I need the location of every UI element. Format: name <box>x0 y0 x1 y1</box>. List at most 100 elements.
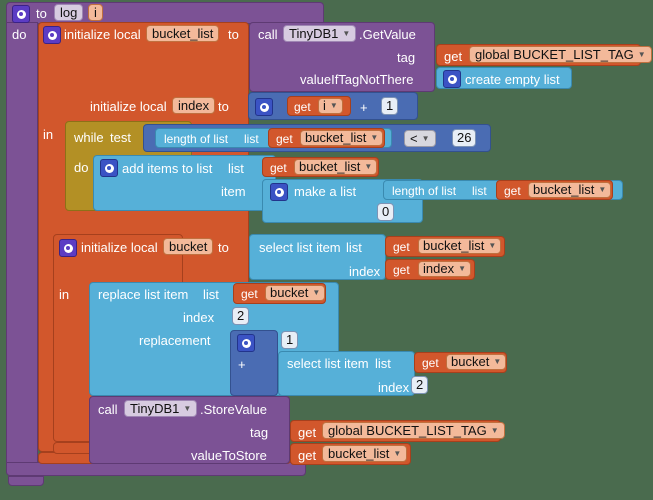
get-bucket-dropdown-1[interactable]: bucket ▼ <box>265 285 326 301</box>
blocks-canvas: to log i do initialize local bucket_list… <box>0 0 653 500</box>
chevron-down-icon[interactable]: ▼ <box>364 163 372 171</box>
math-add-operator-2: + <box>238 357 246 372</box>
tinydb-method-storevalue: .StoreValue <box>200 402 267 417</box>
replace-list-item-label: replace list item <box>98 287 189 302</box>
while-do-label: do <box>74 160 89 175</box>
tinydb-component-name-store: TinyDB1 <box>130 400 180 416</box>
while-test-label: test <box>110 130 131 145</box>
get-bucket-list-var-1: bucket_list <box>305 130 367 145</box>
math-add-mutator-gear-icon-2[interactable] <box>237 334 255 352</box>
tinydb-method-getvalue: .GetValue <box>359 27 416 42</box>
chevron-down-icon[interactable]: ▼ <box>458 265 466 273</box>
select-list-item-label-1: select list item <box>259 240 341 255</box>
add-items-mutator-gear-icon[interactable] <box>100 159 118 177</box>
while-label: while <box>74 130 104 145</box>
chevron-down-icon[interactable]: ▼ <box>370 134 378 142</box>
math-add-mutator-gear-icon-1[interactable] <box>255 98 273 116</box>
tag-label-store: tag <box>250 425 269 440</box>
global-var-name-1: global BUCKET_LIST_TAG <box>475 46 634 62</box>
number-2-select-index[interactable]: 2 <box>411 376 429 394</box>
get-index-var: index <box>423 261 455 276</box>
init-local-var-index[interactable]: index <box>172 97 216 114</box>
init-local-to-label: to <box>228 27 239 42</box>
get-label-5: get <box>393 240 410 254</box>
procedure-bottom-tab <box>8 476 44 486</box>
init-local-bucket-to-label: to <box>218 240 229 255</box>
replace-index-arg-label: index <box>183 310 215 325</box>
chevron-down-icon[interactable]: ▼ <box>342 29 350 38</box>
procedure-do-label: do <box>12 27 27 42</box>
init-local-var-bucket-list[interactable]: bucket_list <box>146 25 220 42</box>
chevron-down-icon[interactable]: ▼ <box>183 404 191 413</box>
init-bucket-mutator-gear-icon[interactable] <box>59 239 77 257</box>
chevron-down-icon[interactable]: ▼ <box>491 426 499 435</box>
init-local-var-bucket[interactable]: bucket <box>163 238 214 255</box>
get-bucket-list-var-3: bucket_list <box>533 182 595 197</box>
get-bucket-list-dropdown-4[interactable]: bucket_list ▼ <box>418 238 502 254</box>
tinydb-component-dropdown-store[interactable]: TinyDB1 ▼ <box>124 400 198 417</box>
get-label-6: get <box>393 263 410 277</box>
tinydb-component-dropdown-get[interactable]: TinyDB1 ▼ <box>283 25 357 42</box>
procedure-name-field[interactable]: log <box>54 4 84 21</box>
get-label-i: get <box>294 100 311 114</box>
get-i-dropdown[interactable]: i ▼ <box>318 98 343 114</box>
procedure-footer <box>6 462 306 476</box>
number-26[interactable]: 26 <box>452 129 477 147</box>
math-add-operator-1: + <box>360 100 368 115</box>
chevron-down-icon[interactable]: ▼ <box>488 242 496 250</box>
create-empty-list-mutator-gear-icon[interactable] <box>443 70 461 88</box>
procedure-to-label: to <box>36 6 47 21</box>
length-of-list-label-1: length of list <box>164 132 229 146</box>
replace-replacement-arg-label: replacement <box>139 333 211 348</box>
comparator-dropdown[interactable]: < ▼ <box>404 130 436 147</box>
global-bucket-list-tag-dropdown-2[interactable]: global BUCKET_LIST_TAG ▼ <box>322 422 505 439</box>
select-list-item-list-label-2: list <box>375 356 391 371</box>
select-list-item-index-label-2: index <box>378 380 410 395</box>
init-bucket-list-mutator-gear-icon[interactable] <box>43 26 61 44</box>
number-2-replace-index[interactable]: 2 <box>232 307 250 325</box>
select-list-item-list-label-1: list <box>346 240 362 255</box>
get-bucket-list-var-4: bucket_list <box>423 238 485 253</box>
get-index-dropdown[interactable]: index ▼ <box>418 261 471 277</box>
chevron-down-icon[interactable]: ▼ <box>312 289 320 297</box>
select-list-item-index-label-1: index <box>349 264 381 279</box>
value-to-store-label: valueToStore <box>191 448 267 463</box>
get-label-1: get <box>444 49 463 64</box>
number-1-replacement-addend[interactable]: 1 <box>281 331 299 349</box>
comparator-symbol: < <box>410 130 418 146</box>
in-label-bucket: in <box>59 287 70 302</box>
get-label-2: get <box>276 132 293 146</box>
value-if-tag-not-there-label: valueIfTagNotThere <box>300 72 414 87</box>
make-a-list-mutator-gear-icon[interactable] <box>270 183 288 201</box>
procedure-param-i[interactable]: i <box>88 4 103 21</box>
add-items-item-arg-label: item <box>221 184 246 199</box>
create-empty-list-label: create empty list <box>465 72 560 87</box>
chevron-down-icon[interactable]: ▼ <box>393 449 401 458</box>
number-1-addend[interactable]: 1 <box>381 97 399 115</box>
select-list-item-label-2: select list item <box>287 356 369 371</box>
chevron-down-icon[interactable]: ▼ <box>422 134 430 143</box>
get-bucket-list-dropdown-1[interactable]: bucket_list ▼ <box>300 130 384 146</box>
number-0-item[interactable]: 0 <box>377 203 395 221</box>
replace-list-arg-label: list <box>203 287 219 302</box>
chevron-down-icon[interactable]: ▼ <box>598 186 606 194</box>
length-of-list-arg-label-1: list <box>244 132 259 146</box>
length-of-list-label-2: length of list <box>392 184 457 198</box>
chevron-down-icon[interactable]: ▼ <box>493 358 501 366</box>
chevron-down-icon[interactable]: ▼ <box>330 102 338 110</box>
length-of-list-arg-label-2: list <box>472 184 487 198</box>
in-label-bucket-list: in <box>43 127 54 142</box>
global-bucket-list-tag-dropdown-1[interactable]: global BUCKET_LIST_TAG ▼ <box>469 46 652 63</box>
get-bucket-list-dropdown-2[interactable]: bucket_list ▼ <box>294 159 378 175</box>
get-bucket-list-dropdown-5[interactable]: bucket_list ▼ <box>322 445 408 462</box>
procedure-mutator-gear-icon[interactable] <box>12 5 30 23</box>
get-bucket-list-dropdown-3[interactable]: bucket_list ▼ <box>528 182 612 198</box>
get-bucket-var-1: bucket <box>270 285 309 300</box>
get-label-8: get <box>422 356 439 370</box>
get-bucket-list-var-2: bucket_list <box>299 159 361 174</box>
procedure-body-spine <box>6 22 38 472</box>
get-bucket-dropdown-2[interactable]: bucket ▼ <box>446 354 507 370</box>
chevron-down-icon[interactable]: ▼ <box>638 50 646 59</box>
call-label-getvalue: call <box>258 27 278 42</box>
get-bucket-var-2: bucket <box>451 354 490 369</box>
